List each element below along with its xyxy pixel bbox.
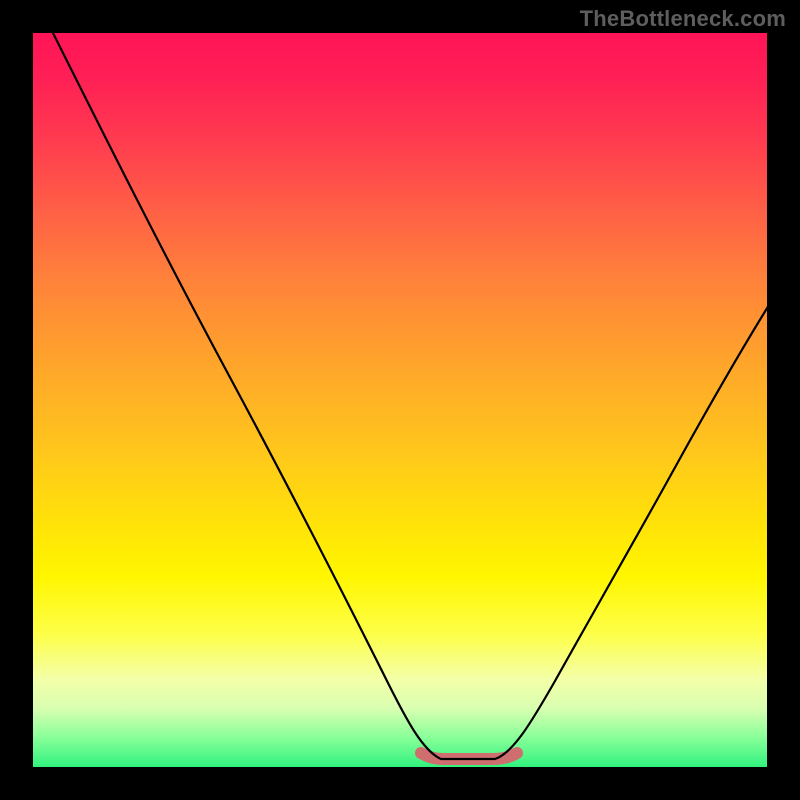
plot-area <box>33 33 767 767</box>
watermark-text: TheBottleneck.com <box>580 6 786 32</box>
bottleneck-curve-line <box>51 33 767 759</box>
chart-frame: TheBottleneck.com <box>0 0 800 800</box>
chart-svg <box>33 33 767 767</box>
